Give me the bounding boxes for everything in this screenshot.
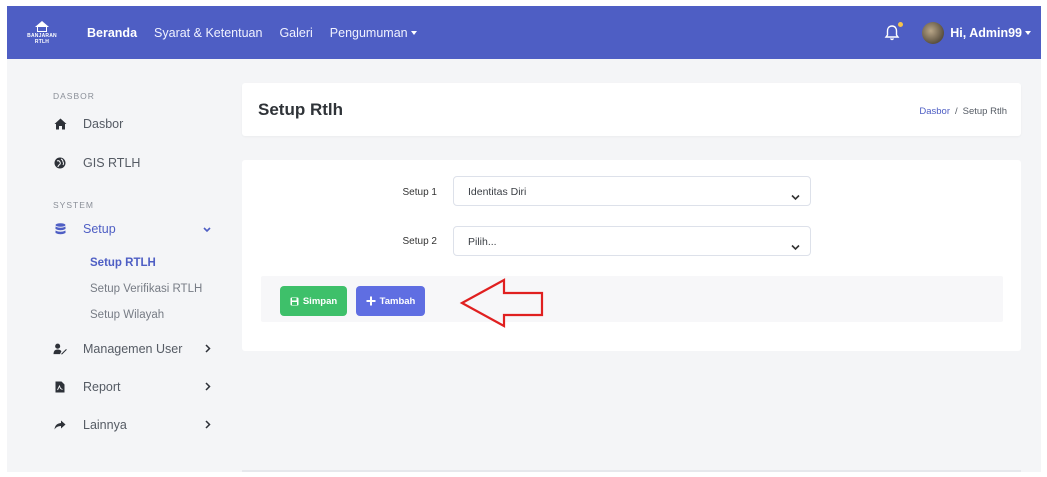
notification-dot	[898, 21, 904, 27]
form-action-bar: Simpan Tambah	[261, 276, 1003, 322]
chevron-down-icon	[410, 31, 417, 36]
globe-icon	[53, 157, 67, 169]
sidebar-heading-dasbor: DASBOR	[53, 91, 95, 101]
floppy-disk-icon	[290, 297, 299, 306]
annotation-arrow-icon	[459, 278, 544, 328]
sidebar-subitem-setup-wilayah[interactable]: Setup Wilayah	[90, 309, 164, 321]
chevron-right-icon	[205, 418, 211, 432]
brand-logo[interactable]: BANJARAN RTLH	[19, 6, 65, 59]
share-icon	[53, 420, 67, 430]
page-header-card: Setup Rtlh Dasbor / Setup Rtlh	[242, 83, 1021, 136]
top-navbar: BANJARAN RTLH Beranda Syarat & Ketentuan…	[7, 6, 1041, 59]
sidebar-item-label: Report	[83, 380, 121, 394]
setup2-selected-value: Pilih...	[468, 236, 497, 248]
nav-link-syarat[interactable]: Syarat & Ketentuan	[154, 26, 262, 40]
nav-link-beranda[interactable]: Beranda	[87, 26, 137, 40]
brand-text-2: RTLH	[34, 38, 50, 45]
sidebar-heading-system: SYSTEM	[53, 200, 94, 210]
sidebar-item-label: Lainnya	[83, 418, 127, 432]
chevron-down-icon	[203, 222, 211, 236]
add-button-label: Tambah	[379, 295, 416, 307]
sidebar-item-gis[interactable]: GIS RTLH	[53, 156, 219, 170]
breadcrumb-link-dasbor[interactable]: Dasbor	[919, 106, 950, 117]
page-title: Setup Rtlh	[258, 100, 343, 119]
setup2-label: Setup 2	[402, 236, 437, 247]
home-icon	[53, 118, 67, 130]
sidebar-item-label: Managemen User	[83, 342, 183, 356]
nav-link-galeri[interactable]: Galeri	[279, 26, 312, 40]
sidebar-item-dasbor[interactable]: Dasbor	[53, 117, 219, 131]
sidebar-item-report[interactable]: Report	[53, 380, 219, 394]
save-button-label: Simpan	[302, 295, 338, 307]
plus-icon	[366, 296, 376, 306]
sidebar: DASBOR Dasbor GIS RTLH SYSTEM Setup Setu…	[7, 59, 231, 472]
nav-right: Hi, Admin99	[884, 6, 1031, 59]
chevron-right-icon	[205, 380, 211, 394]
setup1-label: Setup 1	[402, 187, 437, 198]
bell-icon[interactable]	[884, 21, 904, 42]
house-body-icon	[37, 26, 47, 32]
chevron-down-icon	[791, 188, 800, 206]
chevron-down-icon	[791, 238, 800, 256]
nav-link-pengumuman-label: Pengumuman	[329, 25, 408, 40]
setup2-select[interactable]: Pilih...	[453, 226, 811, 256]
sidebar-item-managemen-user[interactable]: Managemen User	[53, 342, 219, 356]
breadcrumb: Dasbor / Setup Rtlh	[919, 106, 1007, 117]
sidebar-item-label: Dasbor	[83, 117, 124, 131]
avatar[interactable]	[922, 21, 945, 44]
user-edit-icon	[53, 343, 67, 355]
chevron-down-icon	[1025, 31, 1031, 36]
setup1-selected-value: Identitas Diri	[468, 186, 527, 198]
sidebar-subitem-setup-rtlh[interactable]: Setup RTLH	[90, 257, 156, 269]
add-button[interactable]: Tambah	[356, 286, 425, 316]
sidebar-subitem-setup-verifikasi[interactable]: Setup Verifikasi RTLH	[90, 283, 202, 295]
user-menu[interactable]: Hi, Admin99	[950, 26, 1031, 40]
database-icon	[53, 223, 67, 235]
sidebar-item-setup[interactable]: Setup	[53, 222, 219, 236]
sidebar-item-label: GIS RTLH	[83, 156, 141, 170]
sidebar-item-lainnya[interactable]: Lainnya	[53, 418, 219, 432]
chevron-right-icon	[205, 342, 211, 356]
nav-link-pengumuman[interactable]: Pengumuman	[330, 26, 417, 40]
breadcrumb-current: Setup Rtlh	[962, 106, 1007, 117]
user-greeting: Hi, Admin99	[950, 25, 1022, 40]
nav-links: Beranda Syarat & Ketentuan Galeri Pengum…	[87, 26, 434, 40]
save-button[interactable]: Simpan	[280, 286, 347, 316]
setup1-select[interactable]: Identitas Diri	[453, 176, 811, 206]
sidebar-item-label: Setup	[83, 222, 116, 236]
breadcrumb-separator: /	[954, 106, 958, 117]
content-bottom-edge	[242, 470, 1021, 472]
app-frame: BANJARAN RTLH Beranda Syarat & Ketentuan…	[7, 6, 1041, 472]
file-pdf-icon	[53, 381, 67, 393]
setup-form-card: Setup 1 Identitas Diri Setup 2 Pilih... …	[242, 160, 1021, 351]
